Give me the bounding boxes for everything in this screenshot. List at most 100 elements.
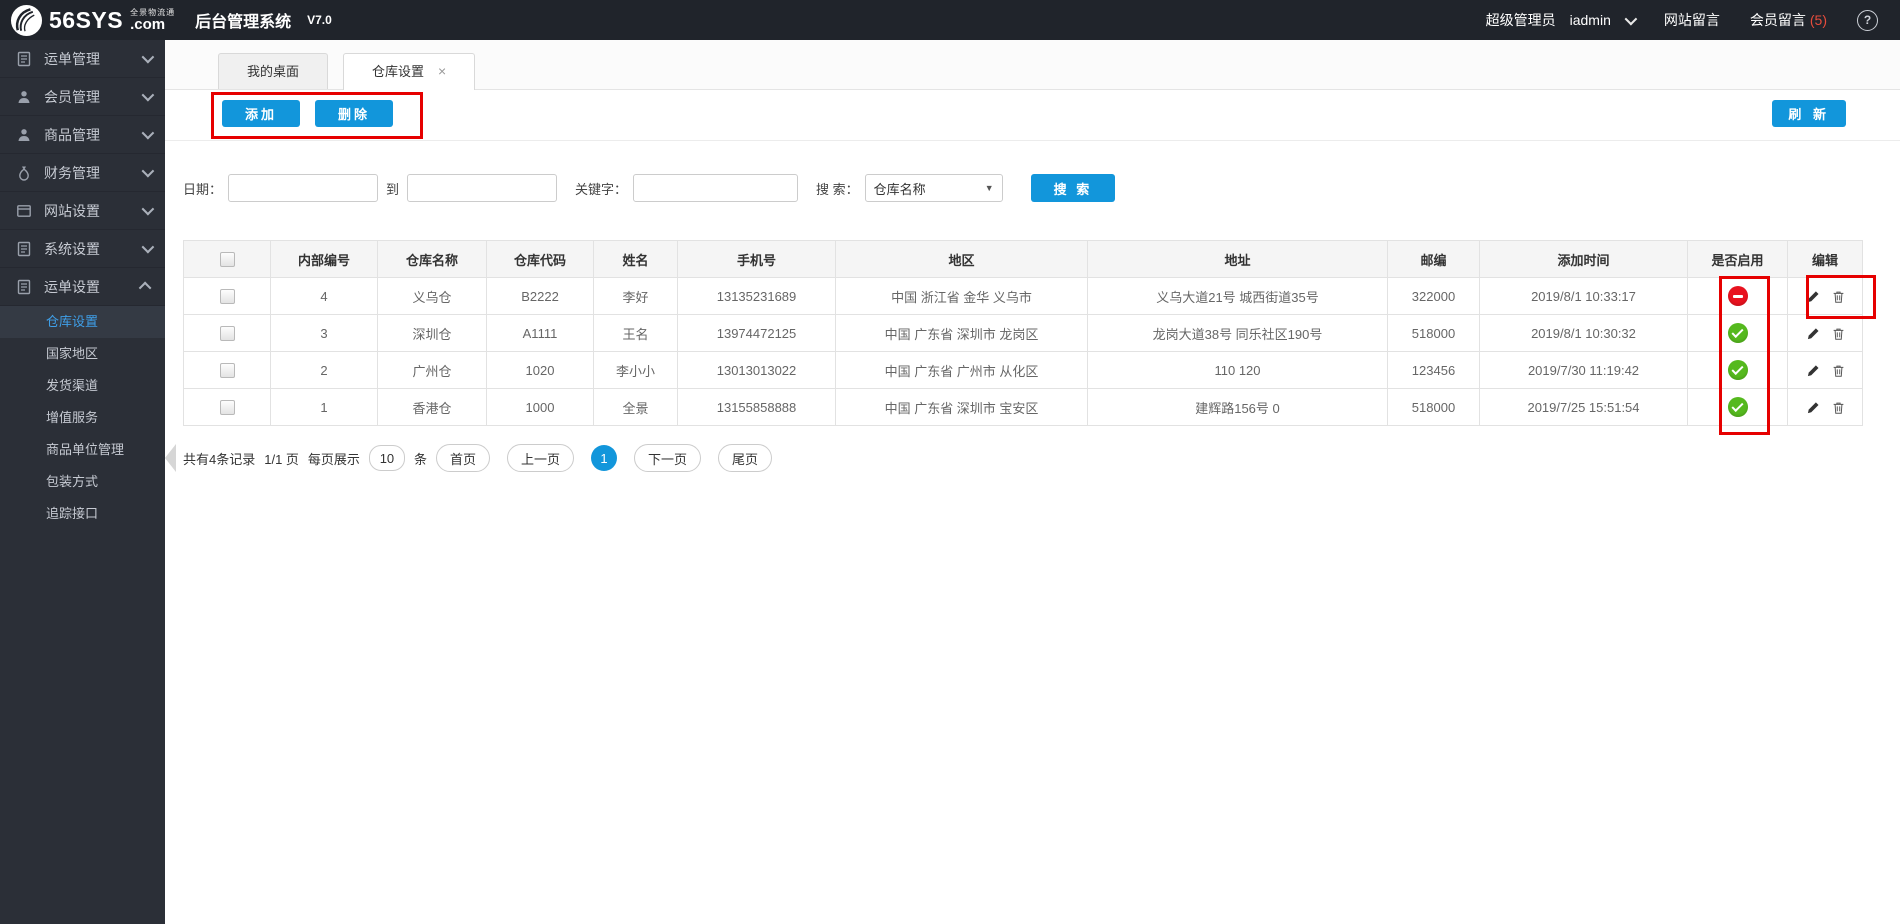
edit-pencil-icon[interactable]: [1806, 327, 1820, 341]
column-header: 内部编号: [270, 240, 378, 278]
cell-contact: 李好: [593, 277, 678, 315]
edit-pencil-icon[interactable]: [1806, 290, 1820, 304]
user-icon: [16, 127, 32, 143]
chevron-down-icon: [141, 164, 155, 178]
tab-close-icon[interactable]: ×: [438, 63, 446, 79]
sidebar-item[interactable]: 系统设置: [0, 230, 165, 268]
warehouse-table: 内部编号 仓库名称 仓库代码 姓名 手机号 地区 地址 邮编 添加时间 是否启用 编辑 4 义乌仓 B2…: [183, 240, 1863, 426]
main-content: 我的桌面 仓库设置 × 添加 删除 刷 新 日期： 到 关键字： 搜 索： 仓库名…: [165, 40, 1900, 924]
table-header-row: 内部编号 仓库名称 仓库代码 姓名 手机号 地区 地址 邮编 添加时间 是否启用 编辑: [183, 240, 1863, 278]
sidebar-item[interactable]: 商品管理: [0, 116, 165, 154]
toolbar: 添加 删除: [222, 100, 394, 127]
user-role: 超级管理员: [1485, 12, 1556, 28]
sidebar-subitem[interactable]: 包装方式: [0, 466, 165, 498]
cell-contact: 王名: [593, 314, 678, 352]
enabled-icon[interactable]: [1727, 360, 1748, 380]
chevron-down-icon: [141, 202, 155, 216]
search-type-select[interactable]: 仓库名称 ▼: [864, 174, 1003, 202]
page-info: 1/1 页: [264, 451, 299, 467]
cell-phone: 13155858888: [677, 388, 836, 426]
edit-pencil-icon[interactable]: [1806, 401, 1820, 415]
column-header: 仓库名称: [377, 240, 487, 278]
user-menu[interactable]: 超级管理员 iadmin: [1485, 10, 1638, 30]
waybill-doc-icon: [16, 279, 32, 295]
column-header: 邮编: [1387, 240, 1480, 278]
enabled-icon[interactable]: [1727, 397, 1748, 417]
cell-name: 深圳仓: [377, 314, 487, 352]
sidebar-item[interactable]: 会员管理: [0, 78, 165, 116]
row-delete-icon[interactable]: [1832, 327, 1845, 341]
cell-time: 2019/8/1 10:30:32: [1479, 314, 1688, 352]
waybill-doc-icon: [16, 241, 32, 257]
per-page-unit: 条: [413, 451, 427, 467]
cell-zip: 518000: [1387, 314, 1480, 352]
row-checkbox[interactable]: [219, 326, 235, 342]
cell-contact: 李小小: [593, 351, 678, 389]
cell-code: A1111: [486, 314, 594, 352]
browser-icon: [16, 203, 32, 219]
sidebar-subitem[interactable]: 国家地区: [0, 338, 165, 370]
column-header: 添加时间: [1479, 240, 1688, 278]
tabstrip: 我的桌面 仓库设置 ×: [165, 40, 1900, 90]
next-page-button[interactable]: 下一页: [633, 444, 701, 472]
date-to-input[interactable]: [407, 174, 558, 202]
table-row: 3 深圳仓 A1111 王名 13974472125 中国 广东省 深圳市 龙岗区 龙岗大道…: [183, 314, 1863, 352]
pagination: 共有4条记录 1/1 页 每页展示 10 条 首页 上一页 1 下一页 尾页: [183, 444, 773, 472]
cell-id: 3: [270, 314, 378, 352]
keyword-label: 关键字：: [575, 181, 628, 197]
sidebar-subitem[interactable]: 追踪接口: [0, 498, 165, 530]
member-messages-link[interactable]: 会员留言 (5): [1750, 10, 1827, 30]
prev-page-button[interactable]: 上一页: [506, 444, 574, 472]
cell-phone: 13013013022: [677, 351, 836, 389]
cell-time: 2019/7/25 15:51:54: [1479, 388, 1688, 426]
delete-button[interactable]: 删除: [315, 100, 394, 127]
row-checkbox[interactable]: [219, 363, 235, 379]
sidebar-collapse-handle[interactable]: [165, 444, 176, 472]
cell-zip: 123456: [1387, 351, 1480, 389]
cell-phone: 13135231689: [677, 277, 836, 315]
first-page-button[interactable]: 首页: [435, 444, 490, 472]
row-delete-icon[interactable]: [1832, 401, 1845, 415]
add-button[interactable]: 添加: [222, 100, 301, 127]
sidebar-subitem[interactable]: 商品单位管理: [0, 434, 165, 466]
chevron-down-icon: [141, 126, 155, 140]
current-page-button[interactable]: 1: [590, 445, 617, 471]
sidebar: 运单管理 会员管理 商品管理 财务管理 网站设置 系统设置 运单设置 仓库设置 国家地区 发货渠道…: [0, 40, 165, 924]
row-delete-icon[interactable]: [1832, 290, 1845, 304]
row-checkbox[interactable]: [219, 400, 235, 416]
help-icon[interactable]: ?: [1857, 9, 1878, 31]
tab-my-desktop[interactable]: 我的桌面: [218, 53, 329, 89]
disabled-icon[interactable]: [1727, 286, 1748, 306]
date-from-input[interactable]: [228, 174, 379, 202]
row-checkbox[interactable]: [219, 289, 235, 305]
per-page-input[interactable]: 10: [368, 445, 405, 471]
last-page-button[interactable]: 尾页: [718, 444, 773, 472]
column-header: 编辑: [1787, 240, 1863, 278]
search-button[interactable]: 搜 索: [1030, 174, 1116, 202]
cell-address: 建辉路156号 0: [1087, 388, 1388, 426]
tab-warehouse-settings[interactable]: 仓库设置 ×: [343, 53, 476, 90]
topbar: 56SYS 全景物流通 .com 后台管理系统 V7.0 超级管理员 iadmi…: [0, 0, 1900, 40]
chevron-down-icon: [1624, 12, 1638, 25]
chevron-down-icon: [141, 240, 155, 254]
cell-id: 2: [270, 351, 378, 389]
sidebar-item[interactable]: 网站设置: [0, 192, 165, 230]
enabled-icon[interactable]: [1727, 323, 1748, 343]
cell-name: 义乌仓: [377, 277, 487, 315]
sidebar-item[interactable]: 运单设置: [0, 268, 165, 306]
edit-pencil-icon[interactable]: [1806, 364, 1820, 378]
filter-bar: 日期： 到 关键字： 搜 索： 仓库名称 ▼ 搜 索: [183, 173, 1116, 203]
refresh-button[interactable]: 刷 新: [1772, 100, 1846, 127]
finance-icon: [16, 165, 32, 181]
keyword-input[interactable]: [633, 174, 799, 202]
sidebar-subitem[interactable]: 发货渠道: [0, 370, 165, 402]
sidebar-item[interactable]: 运单管理: [0, 40, 165, 78]
select-all-checkbox[interactable]: [219, 252, 235, 268]
site-messages-link[interactable]: 网站留言: [1664, 10, 1720, 30]
sidebar-subitem[interactable]: 增值服务: [0, 402, 165, 434]
sidebar-subitem[interactable]: 仓库设置: [0, 306, 165, 338]
row-delete-icon[interactable]: [1832, 364, 1845, 378]
sidebar-item[interactable]: 财务管理: [0, 154, 165, 192]
cell-address: 龙岗大道38号 同乐社区190号: [1087, 314, 1388, 352]
cell-name: 香港仓: [377, 388, 487, 426]
